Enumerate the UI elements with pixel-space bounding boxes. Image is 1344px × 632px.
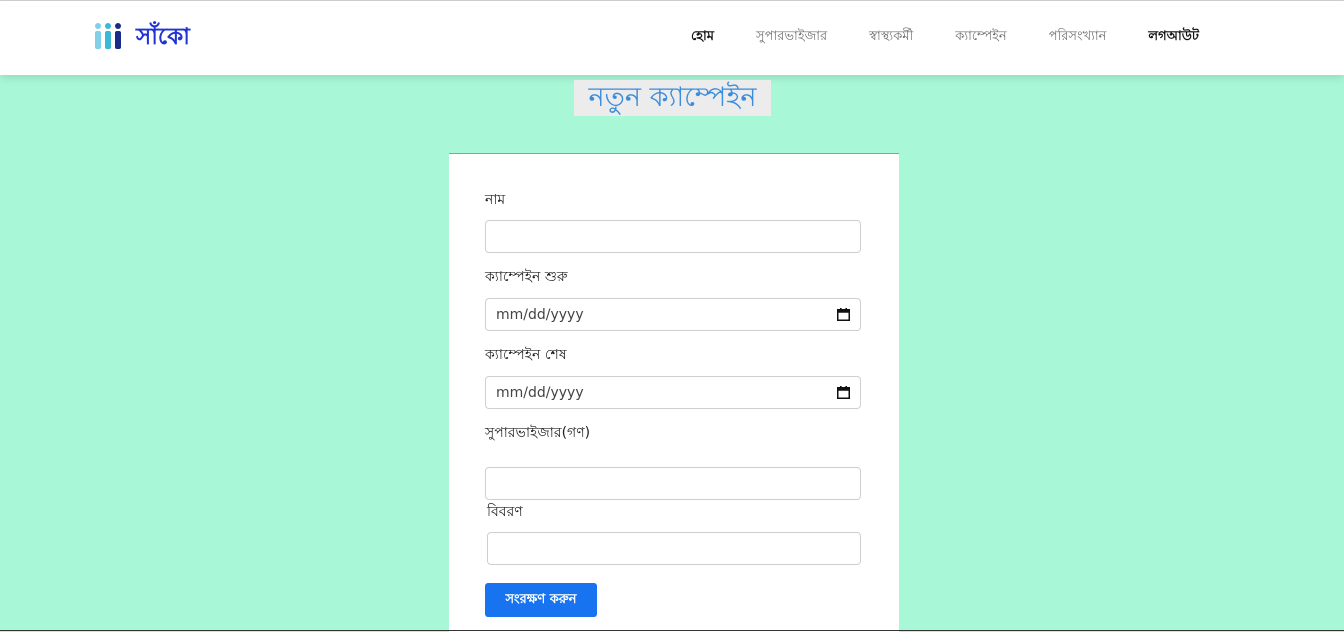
nav-menu: হোম সুপারভাইজার স্বাস্থ্যকর্মী ক্যাম্পেই… [670, 27, 1220, 47]
nav-item-statistics[interactable]: পরিসংখ্যান [1028, 27, 1128, 47]
calendar-icon[interactable] [837, 308, 850, 321]
description-input[interactable] [487, 532, 861, 565]
name-label: নাম [485, 192, 506, 208]
supervisors-input[interactable] [485, 467, 861, 500]
navbar: সাঁকো হোম সুপারভাইজার স্বাস্থ্যকর্মী ক্য… [0, 1, 1344, 75]
campaign-start-date-placeholder: mm/dd/yyyy [496, 306, 584, 323]
campaign-start-date-input[interactable]: mm/dd/yyyy [485, 298, 861, 331]
brand-name[interactable]: সাঁকো [136, 18, 190, 57]
description-label: বিবরণ [487, 504, 523, 520]
brand-logo-link[interactable]: সাঁকো [92, 19, 190, 55]
campaign-end-date-input[interactable]: mm/dd/yyyy [485, 376, 861, 409]
nav-item-campaign[interactable]: ক্যাম্পেইন [934, 27, 1027, 47]
supervisors-label: সুপারভাইজার(গণ) [485, 425, 591, 441]
nav-item-home[interactable]: হোম [670, 27, 735, 47]
nav-item-health-worker[interactable]: স্বাস্থ্যকর্মী [848, 27, 934, 47]
people-group-icon [95, 23, 121, 49]
page-title: নতুন ক্যাম্পেইন [574, 80, 771, 116]
campaign-end-label: ক্যাম্পেইন শেষ [485, 347, 567, 363]
nav-item-logout[interactable]: লগআউট [1127, 27, 1220, 47]
campaign-end-date-placeholder: mm/dd/yyyy [496, 384, 584, 401]
save-button[interactable]: সংরক্ষণ করুন [485, 583, 597, 617]
name-input[interactable] [485, 220, 861, 253]
calendar-icon[interactable] [837, 386, 850, 399]
campaign-start-label: ক্যাম্পেইন শুরু [485, 269, 568, 285]
nav-item-supervisor[interactable]: সুপারভাইজার [735, 27, 848, 47]
campaign-form-card: নাম ক্যাম্পেইন শুরু mm/dd/yyyy ক্যাম্পেই… [449, 153, 899, 632]
